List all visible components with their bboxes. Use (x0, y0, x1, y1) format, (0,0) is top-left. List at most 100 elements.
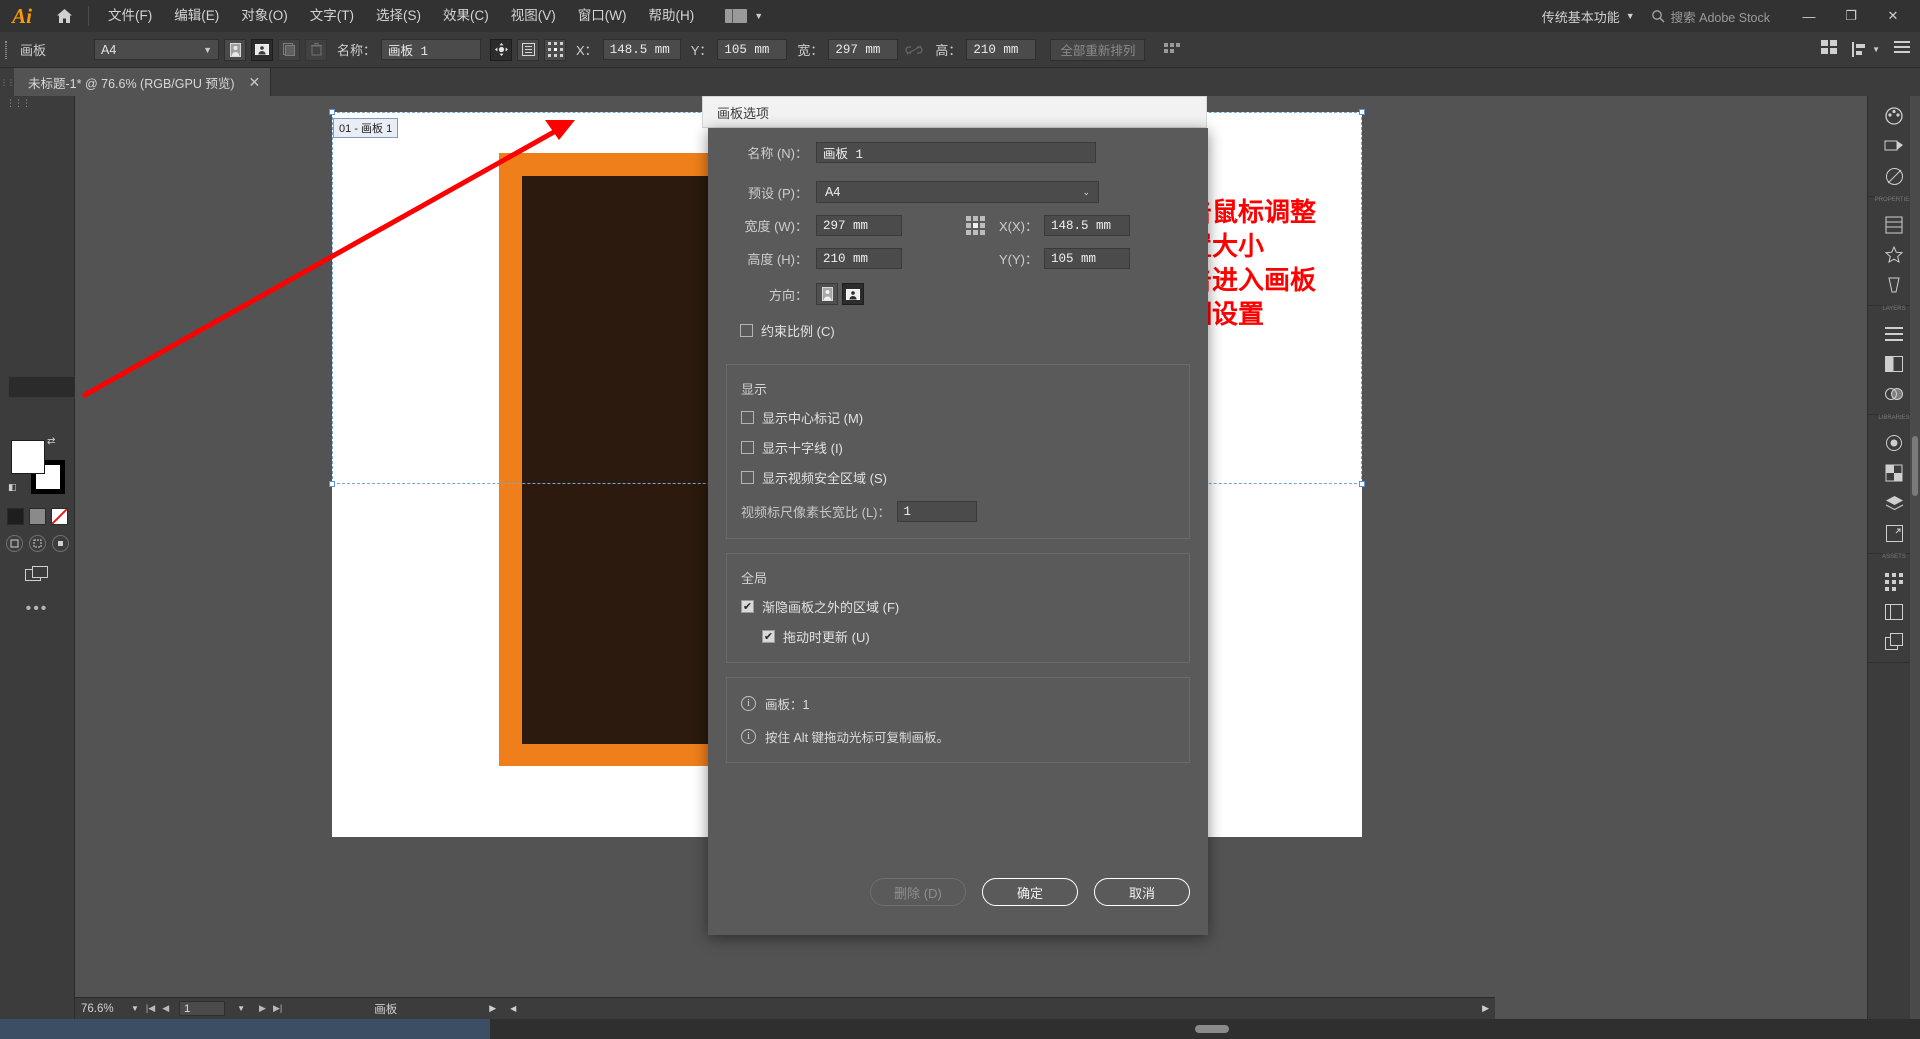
artboard-preset-select[interactable]: A4 ▼ (94, 39, 219, 60)
prev-page-icon[interactable]: ◀ (162, 1003, 169, 1014)
menu-file[interactable]: 文件(F) (97, 0, 163, 32)
menu-help[interactable]: 帮助(H) (637, 0, 705, 32)
default-colors-icon[interactable]: ◧ (8, 482, 17, 493)
none-mode-button[interactable] (50, 508, 68, 525)
minimize-button[interactable]: — (1788, 0, 1830, 32)
draw-behind-button[interactable] (28, 535, 46, 552)
artboard-options-icon[interactable] (517, 38, 540, 61)
y-input[interactable]: 105 mm (717, 39, 788, 60)
dialog-height-input[interactable]: 210 mm (816, 248, 902, 269)
align-panel-icon[interactable]: ▼ (1852, 42, 1880, 57)
menu-select[interactable]: 选择(S) (365, 0, 432, 32)
dialog-y-input[interactable]: 105 mm (1044, 248, 1131, 269)
color-mode-button[interactable] (6, 508, 24, 525)
last-page-icon[interactable]: ▶| (273, 1003, 282, 1014)
artboard-handle-tr[interactable] (1359, 109, 1365, 115)
control-bar-grip[interactable] (0, 32, 12, 68)
first-page-icon[interactable]: |◀ (146, 1003, 155, 1014)
update-drag-row[interactable]: ✔ 拖动时更新 (U) (741, 627, 1175, 646)
ref-tr[interactable] (980, 216, 985, 221)
artboard-name-input[interactable]: 画板 1 (381, 39, 482, 60)
ref-tl[interactable] (966, 216, 971, 221)
align-grid-icon[interactable] (1161, 39, 1183, 61)
menu-edit[interactable]: 编辑(E) (163, 0, 230, 32)
status-menu-icon[interactable]: ▶ (489, 1003, 496, 1014)
dialog-landscape-button[interactable] (842, 283, 864, 305)
video-safe-checkbox[interactable] (741, 471, 754, 484)
dialog-portrait-button[interactable] (816, 283, 838, 305)
ref-tc[interactable] (973, 216, 978, 221)
menu-effect[interactable]: 效果(C) (432, 0, 500, 32)
fade-region-checkbox[interactable]: ✔ (741, 600, 754, 613)
landscape-orientation-button[interactable] (251, 38, 273, 61)
workspace-label[interactable]: 传统基本功能 (1542, 7, 1620, 26)
center-mark-row[interactable]: 显示中心标记 (M) (741, 408, 1175, 427)
pixel-ratio-input[interactable]: 1 (896, 501, 977, 522)
current-page-input[interactable]: 1 (179, 1001, 226, 1016)
fill-swatch[interactable] (11, 440, 45, 474)
grid-view-icon[interactable] (1821, 39, 1838, 60)
video-safe-row[interactable]: 显示视频安全区域 (S) (741, 468, 1175, 487)
ref-ml[interactable] (966, 223, 971, 228)
constrain-checkbox[interactable] (740, 324, 753, 337)
cancel-button[interactable]: 取消 (1094, 878, 1190, 906)
chevron-down-icon[interactable]: ▼ (237, 1004, 245, 1013)
portrait-orientation-button[interactable] (224, 38, 246, 61)
dialog-preset-select[interactable]: A4 ⌄ (816, 181, 1099, 203)
move-artboard-icon[interactable] (490, 38, 513, 61)
artboard-handle-tl[interactable] (329, 109, 335, 115)
more-tools-button[interactable]: ••• (0, 600, 74, 618)
tools-panel-grip[interactable]: ⋮⋮⋮ (0, 96, 74, 110)
ref-bl[interactable] (966, 230, 971, 235)
tab-bar-grip[interactable]: ⋮⋮ (0, 68, 15, 96)
menu-view[interactable]: 视图(V) (500, 0, 567, 32)
ref-br[interactable] (980, 230, 985, 235)
swap-fill-stroke-icon[interactable]: ⇄ (47, 436, 55, 447)
link-ratio-icon[interactable] (903, 39, 925, 61)
draw-normal-button[interactable] (5, 535, 23, 552)
canvas-vertical-scrollbar[interactable] (1910, 96, 1920, 1019)
next-page-icon[interactable]: ▶ (259, 1003, 266, 1014)
stock-search[interactable]: 搜索 Adobe Stock (1651, 7, 1770, 26)
chevron-down-icon[interactable]: ▼ (131, 1004, 139, 1013)
menu-object[interactable]: 对象(O) (230, 0, 299, 32)
gradient-mode-button[interactable] (28, 508, 46, 525)
height-input[interactable]: 210 mm (966, 39, 1037, 60)
artboard-handle-bl[interactable] (329, 481, 335, 487)
delete-artboard-button[interactable] (305, 38, 327, 61)
reference-point-icon[interactable] (544, 38, 567, 61)
ref-mr[interactable] (980, 223, 985, 228)
scroll-right-icon[interactable]: ▶ (1482, 1003, 1489, 1014)
dialog-reference-point-grid[interactable] (966, 216, 985, 235)
ref-mc[interactable] (973, 223, 978, 228)
dialog-constrain-row[interactable]: 约束比例 (C) (740, 321, 1176, 340)
chevron-down-icon[interactable]: ▼ (1626, 11, 1635, 21)
artboard-handle-br[interactable] (1359, 481, 1365, 487)
close-button[interactable]: ✕ (1872, 0, 1914, 32)
crosshair-checkbox[interactable] (741, 441, 754, 454)
ok-button[interactable]: 确定 (982, 878, 1078, 906)
maximize-button[interactable]: ❐ (1830, 0, 1872, 32)
menu-window[interactable]: 窗口(W) (567, 0, 638, 32)
rearrange-all-button[interactable]: 全部重新排列 (1050, 38, 1146, 61)
delete-button[interactable]: 删除 (D) (870, 878, 966, 906)
dialog-title-bar[interactable]: 画板选项 (702, 96, 1207, 128)
menu-type[interactable]: 文字(T) (299, 0, 365, 32)
x-input[interactable]: 148.5 mm (602, 39, 681, 60)
scroll-left-icon[interactable]: ◀ (510, 1004, 516, 1013)
document-tab[interactable]: 未标题-1* @ 76.6% (RGB/GPU 预览) ✕ (14, 68, 272, 96)
panel-menu-icon[interactable] (1894, 40, 1910, 59)
dialog-name-input[interactable]: 画板 1 (816, 142, 1096, 163)
status-mode-label[interactable]: 画板 (374, 1001, 397, 1017)
fade-region-row[interactable]: ✔ 渐隐画板之外的区域 (F) (741, 597, 1175, 616)
home-icon[interactable] (44, 0, 84, 32)
dialog-width-input[interactable]: 297 mm (816, 215, 902, 236)
dialog-x-input[interactable]: 148.5 mm (1044, 215, 1131, 236)
crosshair-row[interactable]: 显示十字线 (I) (741, 438, 1175, 457)
ref-bc[interactable] (973, 230, 978, 235)
center-mark-checkbox[interactable] (741, 411, 754, 424)
new-artboard-button[interactable] (278, 38, 300, 61)
width-input[interactable]: 297 mm (828, 39, 899, 60)
draw-inside-button[interactable] (51, 535, 69, 552)
update-drag-checkbox[interactable]: ✔ (762, 630, 775, 643)
